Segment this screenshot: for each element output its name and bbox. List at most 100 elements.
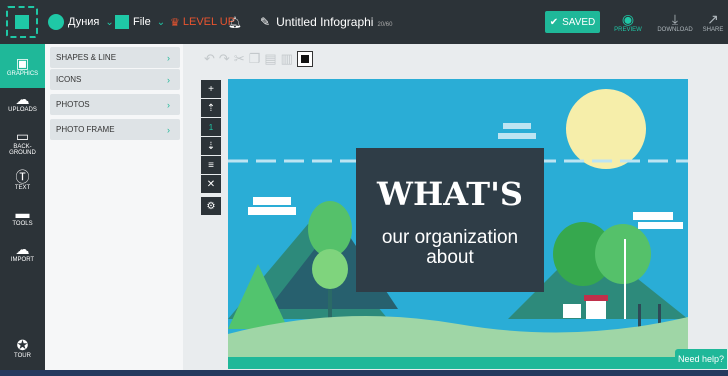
cloud-shape [638,222,683,229]
chevron-right-icon: › [167,52,170,63]
sidebar-item-label: UPLOADS [8,107,37,113]
eye-icon: ◉ [621,11,635,27]
share-button[interactable]: ↗ SHARE [698,2,728,42]
sun-shape [566,89,646,169]
panel-item-icons[interactable]: ICONS › [50,69,180,90]
download-label: DOWNLOAD [657,27,693,33]
cloud-shape [503,123,531,129]
design-canvas[interactable]: WHAT'S our organization about [228,79,688,369]
cloud-shape [498,133,536,139]
paste-icon[interactable]: ▤ [264,51,276,67]
doc-title[interactable]: Untitled Infographi [276,15,373,29]
sidebar-item-label: TOUR [14,353,31,359]
download-button[interactable]: ⤓ DOWNLOAD [652,2,698,42]
download-icon: ⤓ [671,11,679,27]
share-label: SHARE [702,27,724,33]
page-menu-icon[interactable]: ≡ [201,156,221,174]
house-shape [586,301,606,319]
top-bar: Дуния ⌄ File ⌄ ♛ LEVEL UP 🔔︎ ✎ Untitled … [0,0,728,44]
tree-shape [312,249,348,289]
roof-shape [584,295,608,301]
doc-title-field[interactable]: ✎ Untitled Infographi 20/60 [260,0,392,44]
help-label: Need help? [677,354,725,364]
house-shape [563,304,581,318]
cloud-upload-icon: ☁ [15,91,30,107]
panel-item-shapes[interactable]: SHAPES & LINE › [50,47,180,68]
page-number: 1 [201,118,221,136]
chevron-right-icon: › [167,99,170,110]
preview-button[interactable]: ◉ PREVIEW [605,2,651,42]
vertical-toolbar: + ⇡ 1 ⇣ ≡ ✕ ⚙ [201,80,221,230]
monitor-icon: ▭ [15,128,30,144]
file-icon [115,15,129,29]
sidebar-item-import[interactable]: ☁ IMPORT [0,230,45,274]
infographic-illustration: WHAT'S our organization about [228,89,688,369]
ground-shape [228,357,688,369]
import-icon: ☁ [15,241,30,257]
app-logo[interactable] [6,6,38,38]
sidebar: ▣ GRAPHICS ☁ UPLOADS ▭ BACK- GROUND Ⓣ TEXT ▬… [0,44,45,370]
panel-item-photos[interactable]: PHOTOS › [50,94,180,115]
subtitle-text[interactable]: our organization [382,227,518,248]
cloud-shape [248,207,296,215]
sidebar-item-tour[interactable]: ✪ TOUR [0,326,45,370]
panel-item-label: SHAPES & LINE [56,53,117,62]
tree-shape [595,224,651,284]
user-icon [48,14,64,30]
user-menu[interactable]: Дуния ⌄ [48,0,114,44]
notifications-bell[interactable]: 🔔︎ [228,0,242,44]
delete-page-icon[interactable]: ✕ [201,175,221,193]
char-count: 20/60 [377,22,393,28]
crown-icon: ♛ [170,16,180,29]
saved-label: SAVED [562,16,596,28]
check-icon: ✔ [549,16,559,28]
sidebar-item-label: TOOLS [12,221,33,227]
text-icon: Ⓣ [15,169,30,185]
subtitle-text[interactable]: about [426,247,474,268]
user-name: Дуния [68,16,100,28]
panel-item-label: ICONS [56,75,82,84]
compass-icon: ✪ [16,337,29,353]
settings-gear-icon[interactable]: ⚙ [201,197,221,215]
move-up-icon[interactable]: ⇡ [201,99,221,117]
undo-icon[interactable]: ↶ [204,51,215,67]
cut-icon[interactable]: ✂ [234,51,245,67]
chevron-right-icon: › [167,124,170,135]
sidebar-item-label: BACK- GROUND [9,144,36,156]
os-taskbar [0,370,728,376]
cloud-shape [253,197,291,205]
tree-shape [308,201,352,257]
headline-text[interactable]: WHAT'S [376,175,523,213]
graphics-panel: SHAPES & LINE › ICONS › PHOTOS › PHOTO FRAM… [45,44,183,370]
panel-item-label: PHOTO FRAME [56,125,115,134]
image-icon: ▣ [15,55,30,71]
add-page-icon[interactable]: + [201,80,221,98]
fill-color-icon[interactable] [296,51,313,67]
file-menu[interactable]: File ⌄ [115,0,165,44]
edit-toolbar: ↶ ↷ ✂ ❐ ▤ ▥ [198,44,358,74]
toolbox-icon: ▬ [15,205,30,221]
copy-icon[interactable]: ❐ [249,51,261,67]
sidebar-item-label: IMPORT [10,257,35,263]
chevron-right-icon: › [167,74,170,85]
redo-icon[interactable]: ↷ [219,51,230,67]
move-down-icon[interactable]: ⇣ [201,137,221,155]
saved-button[interactable]: ✔ SAVED [545,11,600,33]
share-icon: ↗ [707,11,719,27]
cloud-shape [633,212,673,220]
delete-icon[interactable]: ▥ [281,51,293,67]
trunk-shape [638,304,641,329]
sidebar-item-label: GRAPHICS [6,71,39,77]
need-help-button[interactable]: Need help? [675,349,727,369]
pencil-icon: ✎ [260,15,271,29]
sidebar-item-uploads[interactable]: ☁ UPLOADS [0,80,45,124]
file-label: File [133,16,151,28]
level-up-button[interactable]: ♛ LEVEL UP [170,0,235,44]
panel-item-photo-frame[interactable]: PHOTO FRAME › [50,119,180,140]
bell-icon: 🔔︎ [228,16,242,29]
chevron-down-icon: ⌄ [156,16,166,28]
sidebar-item-label: TEXT [14,185,31,191]
preview-label: PREVIEW [614,27,642,33]
chevron-down-icon: ⌄ [105,16,114,28]
panel-item-label: PHOTOS [56,100,90,109]
